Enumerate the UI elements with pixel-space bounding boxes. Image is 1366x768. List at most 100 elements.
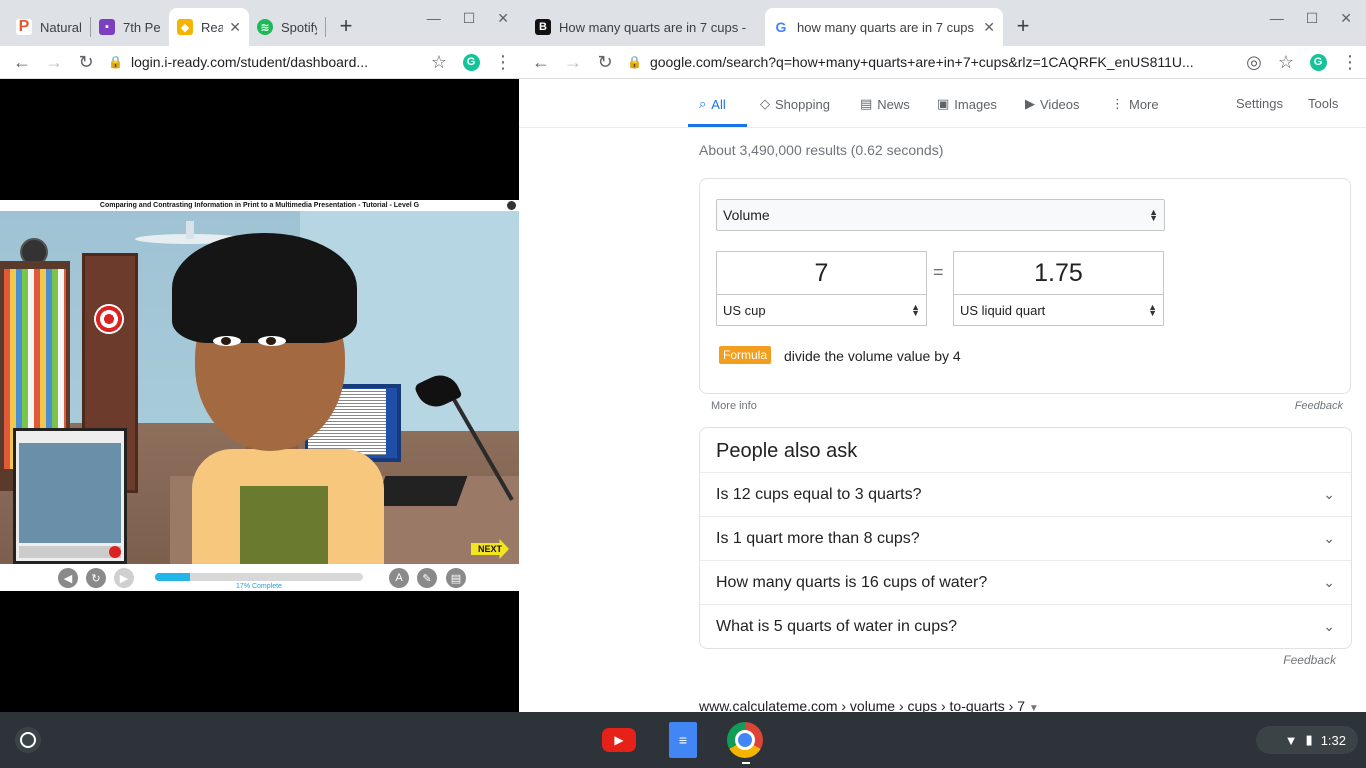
reload-icon[interactable]: ↻ <box>70 46 102 78</box>
dropdown-arrow-icon[interactable]: ▼ <box>1029 703 1039 712</box>
minimize-icon[interactable]: — <box>427 10 441 27</box>
play-icon: ▶ <box>1025 96 1035 111</box>
nav-more[interactable]: ⋮ More <box>1111 96 1159 112</box>
nav-news-label: News <box>877 96 910 112</box>
window-controls: — ☐ ✕ <box>1270 10 1352 27</box>
nav-news[interactable]: ▤ News <box>860 96 910 112</box>
nav-shopping[interactable]: ◇ Shopping <box>760 96 830 112</box>
to-unit-select[interactable]: US liquid quart ▲ ▼ <box>953 295 1164 326</box>
video-call-participants <box>19 443 121 543</box>
clipboard-icon[interactable]: ▤ <box>446 568 466 588</box>
new-tab-button[interactable]: + <box>1009 12 1037 40</box>
tab-title: how many quarts are in 7 cups - <box>797 19 978 35</box>
window-controls: — ☐ ✕ <box>427 10 509 27</box>
glossary-icon[interactable]: A <box>389 568 409 588</box>
keyboard <box>374 476 468 506</box>
tab-7th-period[interactable]: ▪ 7th Peri <box>91 8 169 46</box>
menu-icon[interactable]: ⋮ <box>487 46 519 78</box>
close-window-icon[interactable]: ✕ <box>497 10 509 27</box>
lesson-title: Comparing and Contrasting Information in… <box>0 200 519 211</box>
maximize-icon[interactable]: ☐ <box>1306 10 1319 27</box>
close-tab-icon[interactable]: ✕ <box>983 19 995 36</box>
paa-question[interactable]: How many quarts is 16 cups of water? ⌄ <box>700 560 1351 604</box>
tab-title: Rea <box>201 19 224 35</box>
bookmark-star-icon[interactable]: ☆ <box>1270 46 1302 78</box>
location-icon[interactable]: ◎ <box>1238 46 1270 78</box>
tab-iready[interactable]: ◆ Rea ✕ <box>169 8 249 46</box>
tag-icon: ◇ <box>760 96 770 111</box>
previous-icon[interactable]: ◀ <box>58 568 78 588</box>
to-value-input[interactable]: 1.75 <box>953 251 1164 295</box>
grammarly-extension[interactable]: G <box>1302 46 1334 78</box>
status-tray[interactable]: ▼ ▮ 1:32 <box>1256 726 1358 754</box>
result-citation-text: www.calculateme.com › volume › cups › to… <box>699 698 1025 712</box>
nav-videos-label: Videos <box>1040 96 1080 112</box>
nav-settings[interactable]: Settings <box>1236 96 1283 111</box>
from-value-input[interactable]: 7 <box>716 251 927 295</box>
battery-icon: ▮ <box>1305 732 1313 747</box>
close-tab-icon[interactable]: ✕ <box>229 19 241 36</box>
tab-brainly[interactable]: B How many quarts are in 7 cups - <box>527 8 765 46</box>
paa-feedback-link[interactable]: Feedback <box>1283 653 1336 667</box>
launcher-icon[interactable] <box>15 727 41 753</box>
chevron-down-icon: ⌄ <box>1323 574 1335 590</box>
shelf-taskbar: ▶ ≡ ▼ ▮ 1:32 <box>0 712 1366 768</box>
reload-icon[interactable]: ↻ <box>589 46 621 78</box>
nav-images[interactable]: ▣ Images <box>937 96 997 112</box>
player-close-icon[interactable] <box>507 201 516 210</box>
from-unit-select[interactable]: US cup ▲ ▼ <box>716 295 927 326</box>
tab-title: Natural <box>40 19 82 35</box>
maximize-icon[interactable]: ☐ <box>463 10 476 27</box>
paa-title: People also ask <box>716 440 858 462</box>
result-citation[interactable]: www.calculateme.com › volume › cups › to… <box>699 698 1039 712</box>
nav-all[interactable]: ⌕ All <box>699 96 726 112</box>
lesson-title-text: Comparing and Contrasting Information in… <box>99 202 420 209</box>
pencil-icon[interactable]: ✎ <box>417 568 437 588</box>
select-arrows-icon: ▲ ▼ <box>1149 207 1158 223</box>
forward-disabled-icon[interactable]: ▶ <box>114 568 134 588</box>
menu-icon[interactable]: ⋮ <box>1334 46 1366 78</box>
desktop: P Natural ▪ 7th Peri ◆ Rea ✕ ≋ Spotify +… <box>0 0 1366 768</box>
paa-question[interactable]: What is 5 quarts of water in cups? ⌄ <box>700 604 1351 648</box>
back-icon[interactable]: ← <box>6 46 38 78</box>
category-value: Volume <box>723 207 770 223</box>
youtube-app[interactable]: ▶ <box>601 722 637 758</box>
tab-natural[interactable]: P Natural <box>8 8 90 46</box>
formula-text: divide the volume value by 4 <box>784 348 961 364</box>
unit-converter: Volume ▲ ▼ 7 = 1.75 US cup ▲ ▼ US liquid q… <box>699 178 1351 394</box>
new-tab-button[interactable]: + <box>332 12 360 40</box>
iready-lesson-player: Comparing and Contrasting Information in… <box>0 200 519 591</box>
bookmark-star-icon[interactable]: ☆ <box>423 46 455 78</box>
forward-icon[interactable]: → <box>557 46 589 78</box>
active-tab-underline <box>688 124 747 127</box>
brainly-icon: B <box>535 19 551 35</box>
address-bar[interactable]: google.com/search?q=how+many+quarts+are+… <box>650 54 1238 70</box>
replay-icon[interactable]: ↻ <box>86 568 106 588</box>
active-app-indicator <box>742 762 750 764</box>
classroom-icon: ▪ <box>99 19 115 35</box>
google-docs-app[interactable]: ≡ <box>665 722 701 758</box>
nav-videos[interactable]: ▶ Videos <box>1025 96 1080 112</box>
nav-images-label: Images <box>954 96 997 112</box>
video-call-window <box>13 428 127 564</box>
back-icon[interactable]: ← <box>525 46 557 78</box>
category-select[interactable]: Volume ▲ ▼ <box>716 199 1165 231</box>
forward-icon[interactable]: → <box>38 46 70 78</box>
grammarly-extension[interactable]: G <box>455 46 487 78</box>
chrome-app[interactable] <box>727 722 763 758</box>
tab-spotify[interactable]: ≋ Spotify <box>249 8 325 46</box>
close-window-icon[interactable]: ✕ <box>1340 10 1352 27</box>
right-browser-window: B How many quarts are in 7 cups - G how … <box>519 0 1366 712</box>
paa-question[interactable]: Is 1 quart more than 8 cups? ⌄ <box>700 516 1351 560</box>
nav-tools[interactable]: Tools <box>1308 96 1338 111</box>
video-call-controls <box>19 546 121 558</box>
minimize-icon[interactable]: — <box>1270 10 1284 27</box>
address-bar[interactable]: login.i-ready.com/student/dashboard... <box>131 54 423 70</box>
more-info-link[interactable]: More info <box>711 400 757 412</box>
tab-google-search[interactable]: G how many quarts are in 7 cups - ✕ <box>765 8 1003 46</box>
select-arrows-icon: ▲ ▼ <box>911 302 920 318</box>
results-count: About 3,490,000 results (0.62 seconds) <box>699 142 944 158</box>
converter-feedback-link[interactable]: Feedback <box>1295 400 1343 412</box>
paa-question[interactable]: Is 12 cups equal to 3 quarts? ⌄ <box>700 472 1351 516</box>
search-nav: ⌕ All ◇ Shopping ▤ News ▣ Images ▶ Video… <box>519 79 1366 128</box>
